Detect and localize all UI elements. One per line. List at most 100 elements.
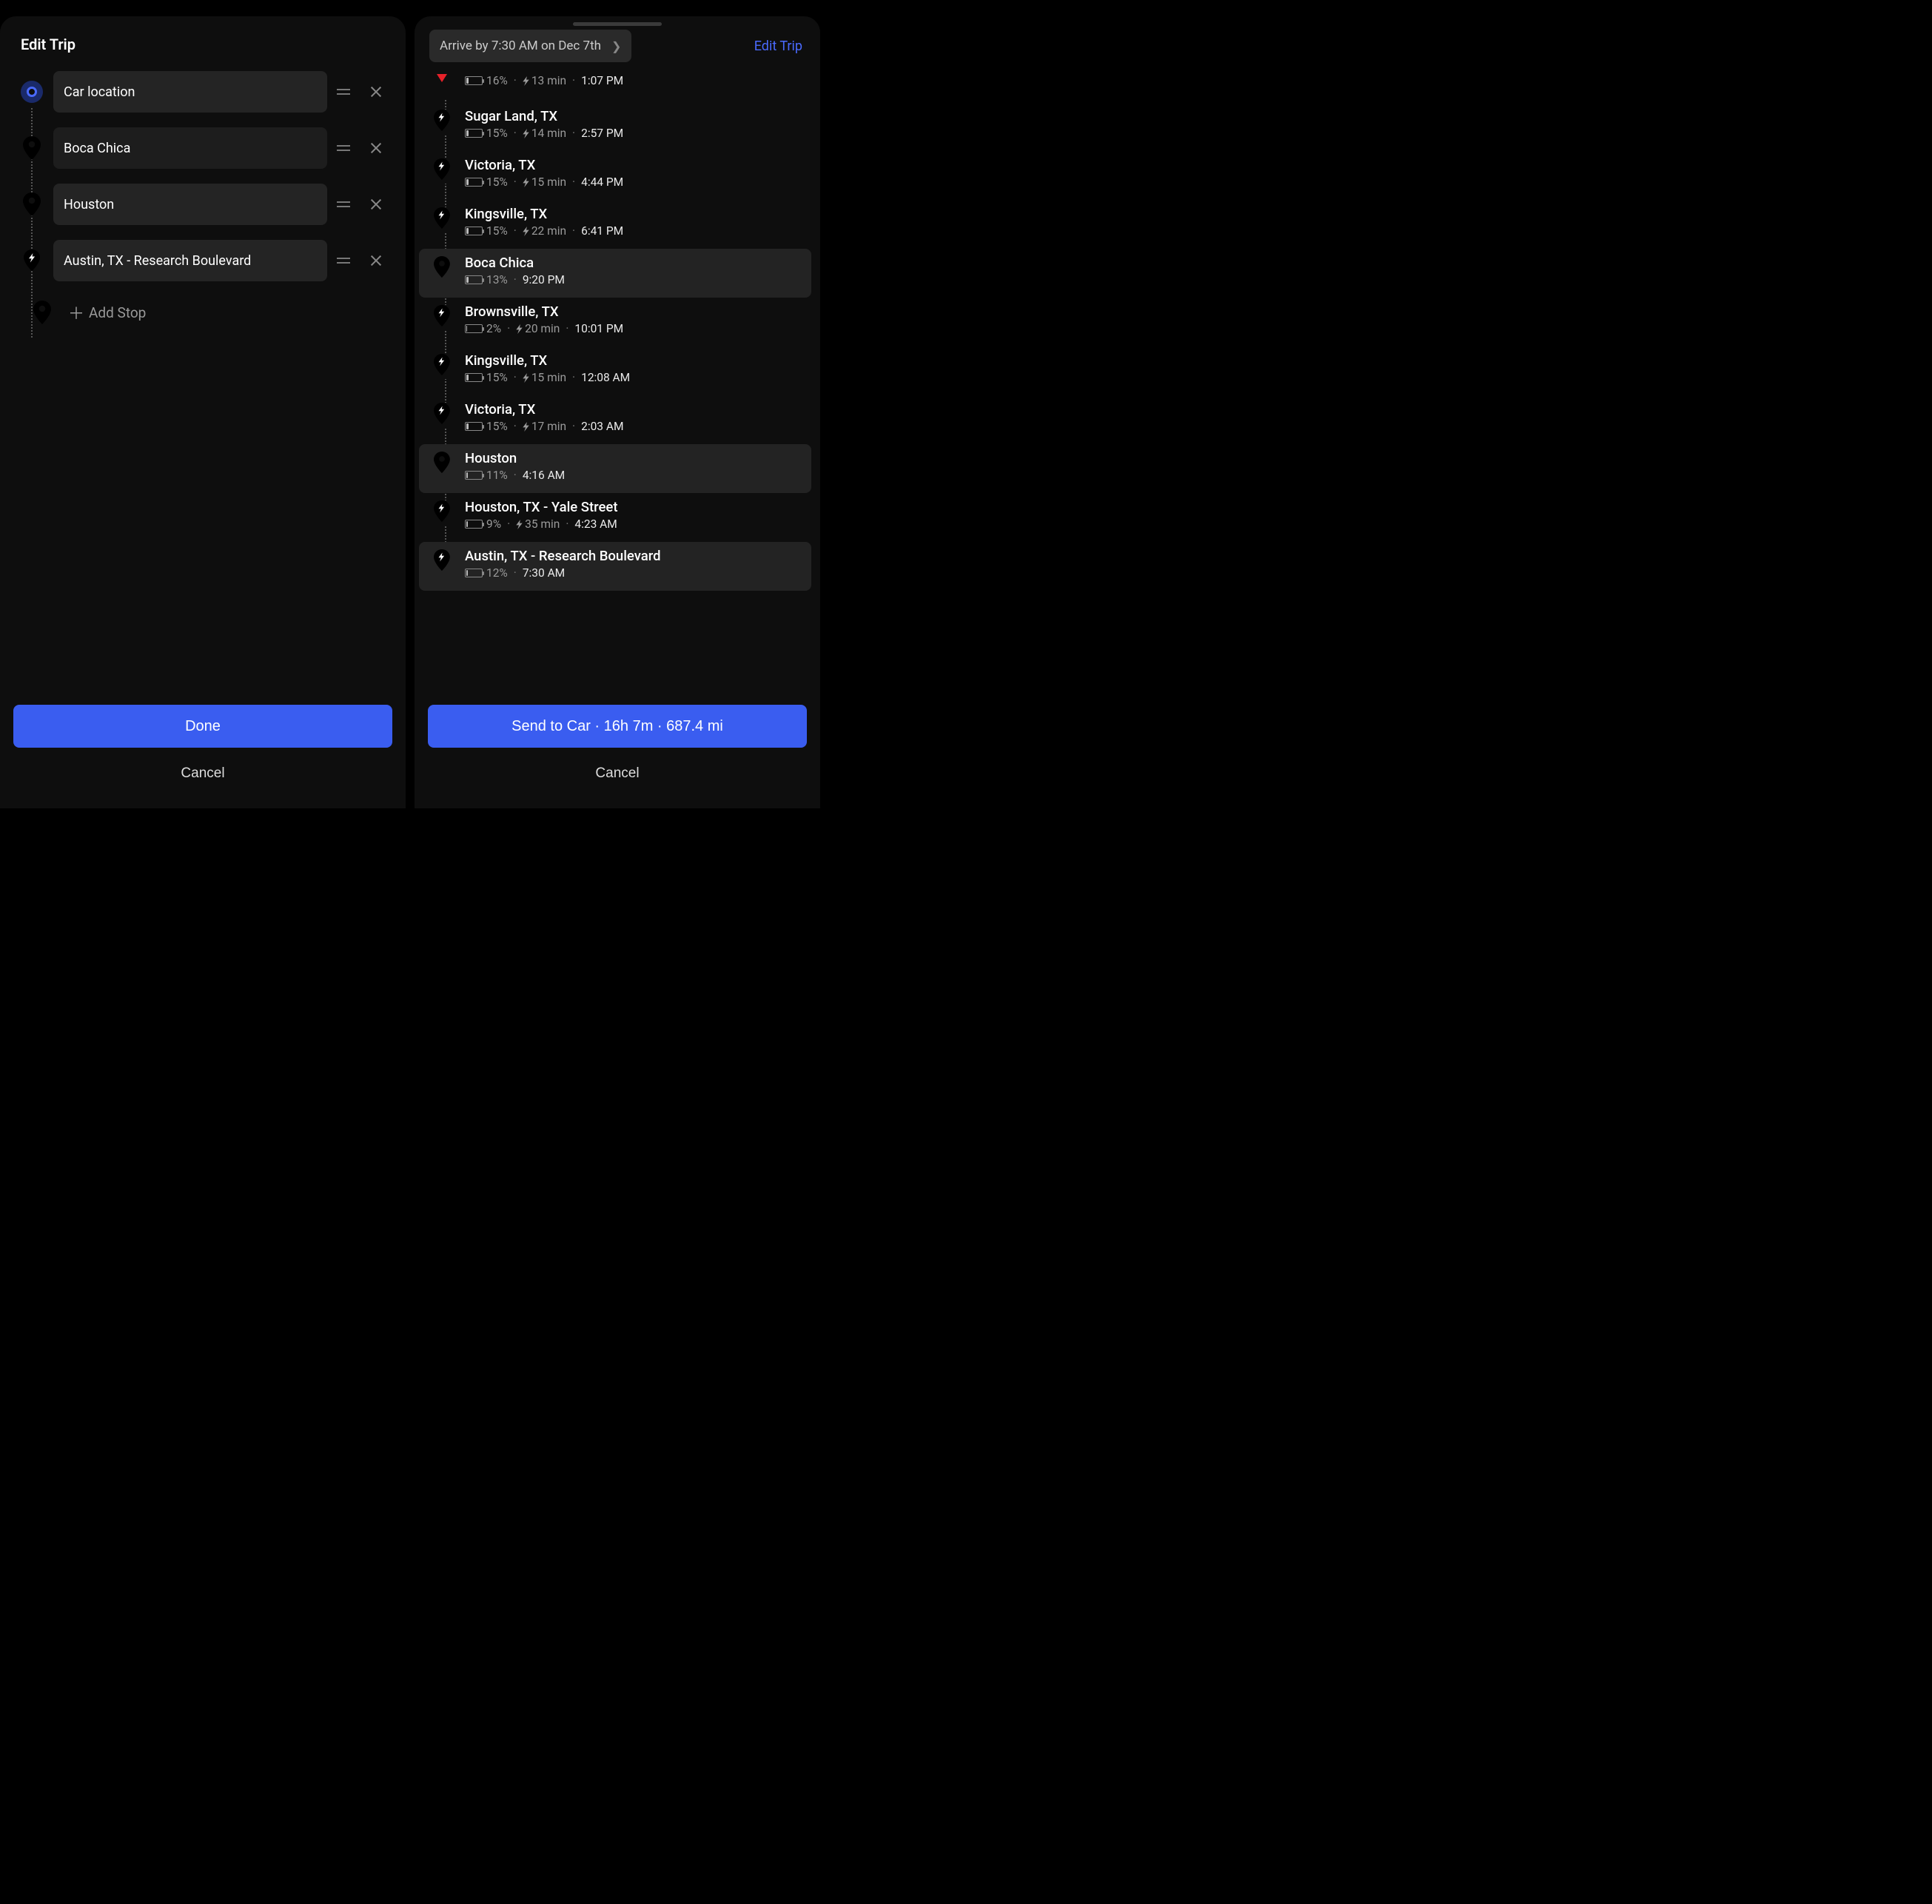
battery-indicator: 9% [465, 517, 501, 531]
arrival-time: 6:41 PM [581, 224, 623, 238]
charge-duration: 35 min [516, 517, 560, 531]
pin-icon [23, 192, 41, 216]
stop-row: Houston [10, 176, 392, 232]
arrival-time: 10:01 PM [574, 322, 623, 335]
arrival-time: 4:16 AM [523, 469, 565, 482]
battery-indicator: 12% [465, 566, 508, 580]
drag-handle-icon[interactable] [327, 145, 360, 151]
battery-percent: 15% [486, 420, 508, 433]
arrive-by-chip[interactable]: Arrive by 7:30 AM on Dec 7th ❯ [429, 30, 631, 62]
charge-duration: 17 min [523, 420, 566, 433]
battery-indicator: 15% [465, 127, 508, 140]
add-stop-button[interactable]: ＋ Add Stop [10, 289, 392, 336]
supercharger-pin-icon [434, 158, 450, 180]
remove-stop-icon[interactable] [360, 141, 392, 155]
arrival-time: 7:30 AM [523, 566, 565, 580]
drag-handle-icon[interactable] [327, 258, 360, 264]
charge-duration: 15 min [523, 371, 566, 384]
stop-meta: 15%·14 min·2:57 PM [465, 127, 804, 140]
arrival-time: 12:08 AM [581, 371, 630, 384]
cancel-button[interactable]: Cancel [13, 752, 392, 795]
battery-indicator: 15% [465, 175, 508, 189]
stop-row: Boca Chica [10, 120, 392, 176]
battery-indicator: 16% [465, 74, 508, 87]
stop-meta: 16%·13 min·1:07 PM [465, 74, 804, 87]
bolt-icon [516, 324, 523, 334]
supercharger-pin-icon [434, 305, 450, 326]
stop-row: Austin, TX - Research Boulevard [10, 232, 392, 289]
edit-trip-panel: Edit Trip Car location Boca Chica Housto… [0, 16, 406, 808]
battery-percent: 15% [486, 127, 508, 140]
battery-indicator: 15% [465, 371, 508, 384]
arrival-time: 2:03 AM [581, 420, 623, 433]
supercharger-pin-icon [434, 110, 450, 131]
battery-percent: 12% [486, 566, 508, 580]
bolt-icon [523, 373, 529, 383]
route-row: Sugar Land, TX 15%·14 min·2:57 PM [419, 102, 811, 151]
stop-meta: 11%·4:16 AM [465, 469, 804, 482]
drag-handle-icon[interactable] [327, 201, 360, 207]
stop-input-car-location[interactable]: Car location [53, 71, 327, 113]
stop-title: Sugar Land, TX [465, 108, 804, 124]
stop-input[interactable]: Austin, TX - Research Boulevard [53, 240, 327, 281]
stop-title: Kingsville, TX [465, 352, 804, 369]
supercharger-pin-icon [434, 403, 450, 424]
stop-title: Brownsville, TX [465, 304, 804, 320]
arrival-time: 2:57 PM [581, 127, 623, 140]
bolt-icon [523, 129, 529, 138]
route-row: 16%·13 min·1:07 PM [419, 70, 811, 102]
route-row[interactable]: Boca Chica 13%·9:20 PM [419, 249, 811, 298]
stop-meta: 15%·15 min·12:08 AM [465, 371, 804, 384]
route-row[interactable]: Austin, TX - Research Boulevard 12%·7:30… [419, 542, 811, 591]
battery-percent: 15% [486, 371, 508, 384]
battery-indicator: 13% [465, 273, 508, 286]
battery-indicator: 11% [465, 469, 508, 482]
bolt-icon [523, 422, 529, 432]
stop-title: Boca Chica [465, 255, 804, 271]
remove-stop-icon[interactable] [360, 254, 392, 267]
stop-meta: 15%·17 min·2:03 AM [465, 420, 804, 433]
battery-percent: 13% [486, 273, 508, 286]
sheet-grabber[interactable] [573, 22, 662, 26]
edit-trip-link[interactable]: Edit Trip [754, 38, 805, 54]
done-button[interactable]: Done [13, 705, 392, 748]
route-row: Victoria, TX 15%·17 min·2:03 AM [419, 395, 811, 444]
stop-meta: 12%·7:30 AM [465, 566, 804, 580]
stop-title: Houston, TX - Yale Street [465, 499, 804, 515]
send-to-car-button[interactable]: Send to Car · 16h 7m · 687.4 mi [428, 705, 807, 748]
supercharger-pin-icon [434, 549, 450, 571]
route-row: Brownsville, TX 2%·20 min·10:01 PM [419, 298, 811, 346]
route-row: Kingsville, TX 15%·22 min·6:41 PM [419, 200, 811, 249]
route-row: Victoria, TX 15%·15 min·4:44 PM [419, 151, 811, 200]
stop-title: Victoria, TX [465, 401, 804, 418]
pin-icon [23, 136, 41, 160]
charge-duration: 13 min [523, 74, 566, 87]
battery-indicator: 2% [465, 322, 501, 335]
start-triangle-icon [437, 74, 447, 82]
drag-handle-icon[interactable] [327, 89, 360, 95]
remove-stop-icon[interactable] [360, 85, 392, 98]
chevron-right-icon: ❯ [611, 39, 621, 53]
cancel-button[interactable]: Cancel [428, 752, 807, 795]
battery-indicator: 15% [465, 224, 508, 238]
battery-percent: 15% [486, 224, 508, 238]
charge-duration: 14 min [523, 127, 566, 140]
arrival-time: 9:20 PM [523, 273, 565, 286]
remove-stop-icon[interactable] [360, 198, 392, 211]
stop-input[interactable]: Boca Chica [53, 127, 327, 169]
route-row[interactable]: Houston 11%·4:16 AM [419, 444, 811, 493]
stop-title: Kingsville, TX [465, 206, 804, 222]
panel-title: Edit Trip [0, 16, 406, 64]
stop-meta: 15%·22 min·6:41 PM [465, 224, 804, 238]
pin-icon [434, 452, 450, 473]
bolt-icon [523, 227, 529, 236]
bolt-icon [516, 520, 523, 529]
bolt-icon [523, 178, 529, 187]
supercharger-pin-icon [434, 500, 450, 522]
stop-title: Houston [465, 450, 804, 466]
stop-input[interactable]: Houston [53, 184, 327, 225]
charge-duration: 22 min [523, 224, 566, 238]
arrival-time: 1:07 PM [581, 74, 623, 87]
stop-title: Austin, TX - Research Boulevard [465, 548, 804, 564]
trip-overview-panel: Arrive by 7:30 AM on Dec 7th ❯ Edit Trip… [415, 16, 820, 808]
